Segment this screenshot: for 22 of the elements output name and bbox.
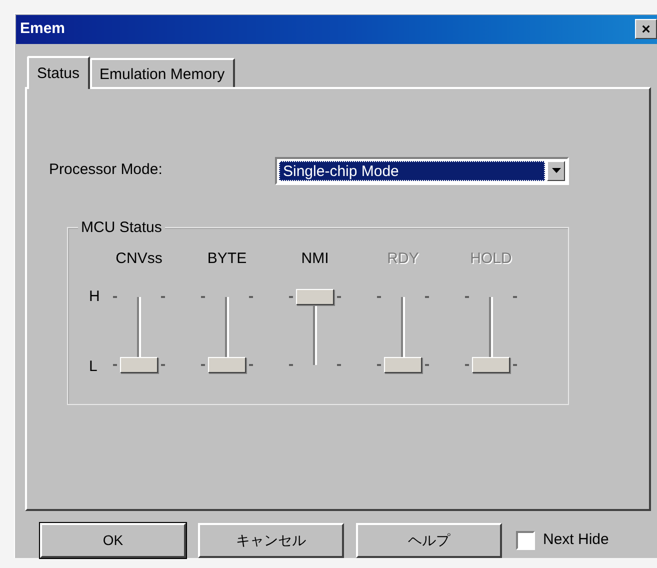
window-title: Emem xyxy=(20,19,66,40)
signal-label: RDY xyxy=(387,248,419,269)
high-label: H xyxy=(89,288,100,306)
close-button[interactable]: × xyxy=(635,19,657,40)
processor-mode-dropdown[interactable]: Single-chip Mode xyxy=(275,156,569,185)
tab[interactable]: Status xyxy=(27,56,90,89)
slider-thumb[interactable] xyxy=(208,357,246,374)
dialog-button[interactable]: キャンセル xyxy=(198,523,344,558)
dialog-button[interactable]: OK xyxy=(40,523,186,558)
slider-thumb[interactable] xyxy=(296,289,334,306)
signal-label: CNVss xyxy=(116,248,162,269)
signal-label: HOLD xyxy=(470,248,512,269)
signal-label: NMI xyxy=(301,248,329,269)
next-hide-label: Next Hide xyxy=(543,530,609,550)
signal-label: BYTE xyxy=(207,248,247,269)
tab[interactable]: Emulation Memory xyxy=(90,58,235,87)
processor-mode-label: Processor Mode: xyxy=(49,160,164,180)
low-label: L xyxy=(89,358,98,376)
selected-value: Single-chip Mode xyxy=(279,160,545,181)
next-hide-checkbox[interactable] xyxy=(516,531,535,550)
slider-thumb[interactable] xyxy=(120,357,158,374)
dialog-button[interactable]: ヘルプ xyxy=(356,523,502,558)
